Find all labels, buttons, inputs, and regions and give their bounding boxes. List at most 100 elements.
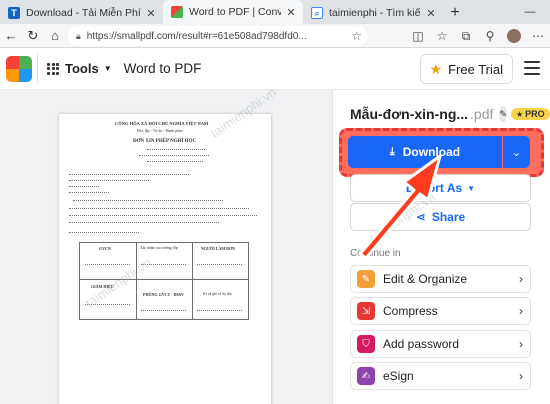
continue-compress[interactable]: ⇲ Compress › [350,297,531,325]
tools-menu-button[interactable]: Tools ▼ [43,55,116,83]
doc-line [69,186,99,187]
lock-icon: 🔒︎ [76,30,81,41]
doc-cell-dept: PHÒNG GVCT - HSSV [143,292,184,297]
export-as-button[interactable]: Export As ▼ [350,174,531,202]
continue-item-label: Edit & Organize [383,272,468,286]
pdf-page-thumbnail[interactable]: CỘNG HÒA XÃ HỘI CHỦ NGHĨA VIỆT NAM Độc l… [59,114,271,404]
share-label: Share [431,210,466,224]
url-text: https://smallpdf.com/result#r=61e508ad79… [86,30,307,42]
caret-down-icon: ▼ [467,183,476,193]
download-button[interactable]: ⤓ Download [348,136,502,168]
pro-badge: ★ PRO [510,108,550,120]
home-icon[interactable]: ⌂ [44,25,66,47]
export-as-label: Export As [405,181,463,195]
taimienphi-favicon-icon: T [8,7,20,19]
star-icon: ★ [429,60,443,77]
smallpdf-favicon-icon [171,6,183,18]
chevron-right-icon: › [519,337,523,351]
doc-line [147,161,203,162]
lock-icon: ⛉ [357,335,375,353]
doc-line [197,264,242,265]
browser-tab-search[interactable]: ⌕ taimienphi - Tìm kiếm ✕ [303,2,443,24]
tools-label: Tools [65,61,99,76]
file-extension: .pdf [470,106,494,122]
favorites-icon[interactable]: ☆ [430,24,454,48]
doc-line [85,264,130,265]
doc-line [139,155,209,156]
continue-item-label: eSign [383,369,414,383]
download-icon: ⤓ [389,145,395,158]
caret-down-icon: ▼ [103,64,112,73]
doc-table-border [79,242,249,243]
pencil-icon[interactable]: ✎ [499,106,507,122]
file-name: Mẫu-đơn-xin-ng... [350,106,469,122]
chevron-right-icon: › [519,304,523,318]
doc-table-border [79,242,80,319]
continue-in-label: Continue in [350,248,401,259]
doc-line [69,232,139,233]
favorite-star-icon[interactable]: ☆ [351,29,362,43]
doc-line [69,215,257,216]
free-trial-button[interactable]: ★ Free Trial [419,54,513,84]
continue-add-password[interactable]: ⛉ Add password › [350,330,531,358]
doc-table-border [136,242,137,319]
hamburger-menu-icon[interactable] [524,61,540,75]
more-icon[interactable]: ⋯ [526,24,550,48]
doc-cell-class: Xác nhận của trưởng lớp [140,246,178,250]
doc-line [69,208,249,209]
doc-table-border [79,279,249,280]
window-controls: — [510,0,550,24]
refresh-icon[interactable]: ↻ [22,25,44,47]
doc-title: ĐƠN XIN PHÉP NGHỈ HỌC [133,139,197,144]
esign-icon: ✍ [357,367,375,385]
star-icon: ★ [515,109,524,119]
page-title: Word to PDF [123,61,202,76]
doc-cell-gvcn: GVCN [99,246,111,251]
back-icon[interactable]: ← [0,25,22,47]
continue-esign[interactable]: ✍ eSign › [350,362,531,390]
doc-line [69,222,219,223]
minimize-icon[interactable]: — [510,0,550,24]
doc-line [69,174,189,175]
smallpdf-logo[interactable] [6,55,32,82]
split-screen-icon[interactable]: ◫ [406,24,430,48]
continue-item-label: Add password [383,337,460,351]
new-tab-button[interactable]: + [443,2,467,24]
close-tab-icon[interactable]: ✕ [285,6,297,19]
app-header: Tools ▼ Word to PDF ★ Free Trial [0,48,550,90]
address-bar[interactable]: 🔒︎ https://smallpdf.com/result#r=61e508a… [68,26,368,46]
profile-avatar[interactable] [507,29,521,43]
edit-icon: ✎ [357,270,375,288]
doc-line [147,149,205,150]
close-tab-icon[interactable]: ✕ [425,7,437,20]
tab-title: Word to PDF | Convert You [189,6,281,18]
result-panel: Mẫu-đơn-xin-ng... .pdf ✎ ★ PRO ⤓ Downloa… [334,90,550,404]
continue-edit-organize[interactable]: ✎ Edit & Organize › [350,265,531,293]
doc-line [69,180,149,181]
free-trial-label: Free Trial [448,61,503,77]
download-options-button[interactable]: ⌄ [503,136,530,168]
tab-title: Download - Tải Miễn Phí V [26,7,141,19]
doc-table-border [192,242,193,319]
collections-icon[interactable]: ⧉ [454,24,478,48]
doc-table-border [248,242,249,319]
search-favicon-icon: ⌕ [311,7,323,19]
doc-line [69,192,109,193]
tab-title: taimienphi - Tìm kiếm [329,7,421,19]
doc-line [141,310,186,311]
doc-motto: Độc lập - Tự do - Hạnh phúc [137,128,184,133]
browser-tab-word-to-pdf[interactable]: Word to PDF | Convert You ✕ [163,0,303,24]
chevron-down-icon: ⌄ [511,146,522,159]
pro-label: PRO [525,109,545,119]
chevron-right-icon: › [519,369,523,383]
toolbar-actions: ◫ ☆ ⧉ ⚲ ⋯ [406,24,550,48]
document-preview: CỘNG HÒA XÃ HỘI CHỦ NGHĨA VIỆT NAM Độc l… [0,90,333,404]
doc-line [197,310,242,311]
doc-table-border [79,319,249,320]
compress-icon: ⇲ [357,302,375,320]
extensions-icon[interactable]: ⚲ [478,24,502,48]
file-name-row: Mẫu-đơn-xin-ng... .pdf ✎ ★ PRO [350,105,550,123]
close-tab-icon[interactable]: ✕ [145,7,157,20]
doc-cell-applicant: NGƯỜI LÀM ĐƠN [201,246,236,251]
browser-tab-download[interactable]: T Download - Tải Miễn Phí V ✕ [0,2,163,24]
